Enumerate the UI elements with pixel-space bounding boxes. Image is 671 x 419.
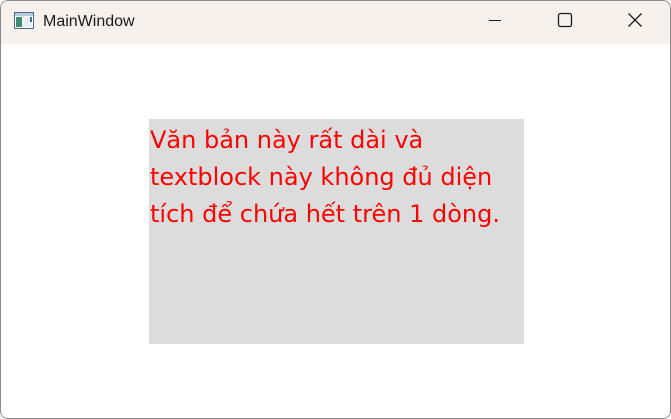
main-window: MainWindow Văn bản này rất dài và textbl… <box>0 0 671 419</box>
maximize-icon <box>557 12 573 33</box>
title-bar[interactable]: MainWindow <box>1 1 670 44</box>
minimize-icon <box>488 13 502 32</box>
app-window-icon <box>14 12 34 29</box>
window-title: MainWindow <box>43 13 135 30</box>
window-client-area: Văn bản này rất dài và textblock này khô… <box>1 44 670 418</box>
maximize-button[interactable] <box>530 1 600 44</box>
close-button[interactable] <box>600 1 670 44</box>
close-icon <box>627 12 643 33</box>
minimize-button[interactable] <box>460 1 530 44</box>
wrapped-textblock: Văn bản này rất dài và textblock này khô… <box>149 119 524 344</box>
